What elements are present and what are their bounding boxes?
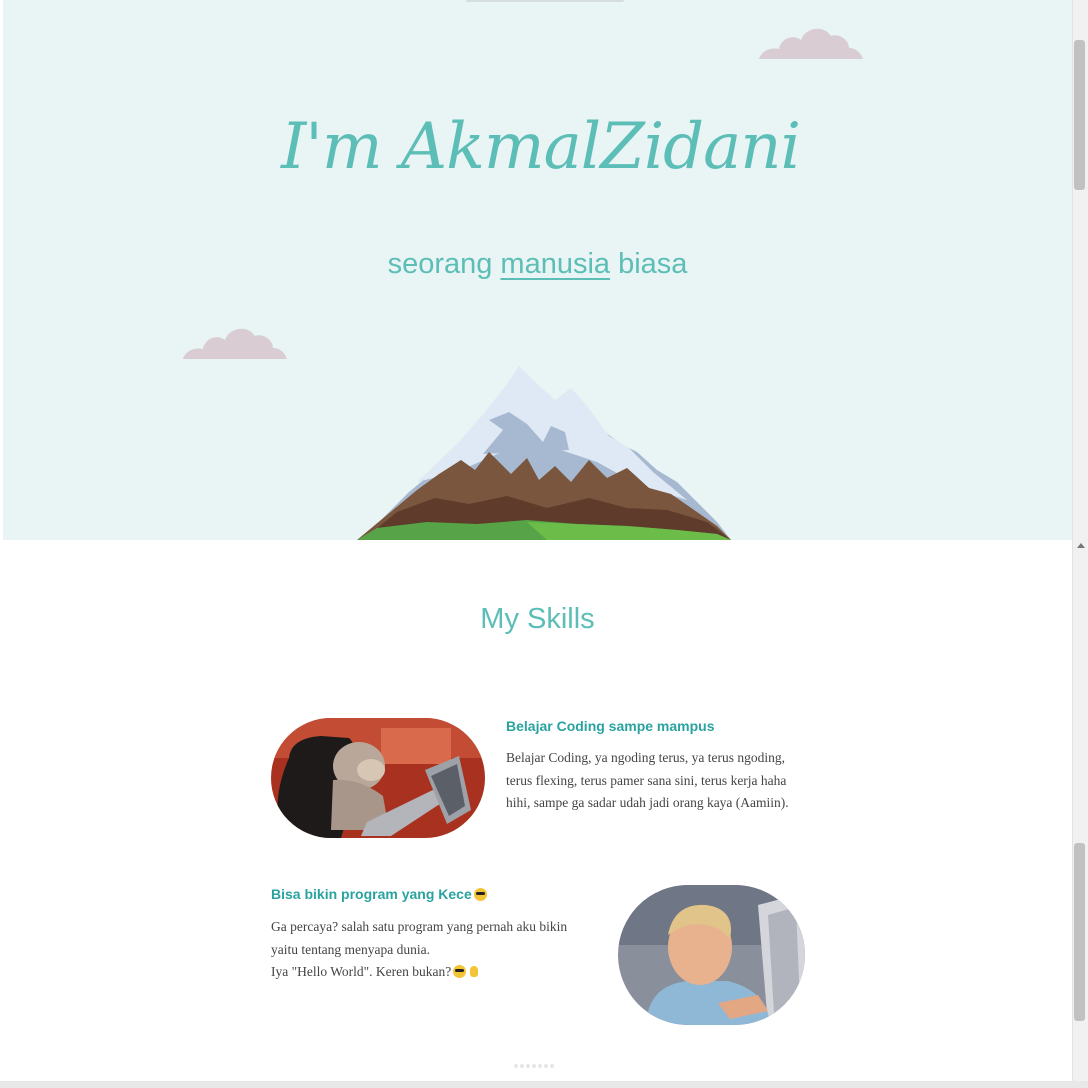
page: I'm AkmalZidani seorang manusia biasa My… [3,0,1072,1081]
carousel-dot[interactable] [544,1064,548,1068]
carousel-dot[interactable] [514,1064,518,1068]
hero-subtitle: seorang manusia biasa [3,248,1072,281]
carousel-dot[interactable] [526,1064,530,1068]
hero-subtitle-text: seorang [387,248,501,280]
skill-description-line: Iya "Hello World". Keren bukan? [271,961,581,984]
skill-heading: Bisa bikin program yang Kece [271,886,487,902]
monkey-laptop-image [271,718,485,838]
skill-heading: Belajar Coding sampe mampus [506,718,715,734]
top-tab [466,0,624,2]
sunglasses-emoji-icon [473,888,487,901]
sunglasses-emoji-icon [453,965,467,978]
boy-computer-image [618,885,805,1025]
cloud-icon [759,28,863,59]
mountain-illustration [357,366,731,540]
scrollbar-thumb[interactable] [1074,40,1085,190]
hero-subtitle-link[interactable]: manusia [500,248,610,280]
cloud-icon [183,328,287,359]
vertical-scrollbar[interactable] [1072,0,1088,1081]
skill-description-line: Ga percaya? salah satu program yang pern… [271,919,568,957]
hero-title: I'm AkmalZidani [281,110,801,184]
scrollbar-thumb[interactable] [1074,843,1085,1021]
skill-description: Belajar Coding, ya ngoding terus, ya ter… [506,750,789,810]
carousel-dot[interactable] [520,1064,524,1068]
skill-description-text: Iya "Hello World". Keren bukan? [271,964,452,979]
carousel-dot[interactable] [538,1064,542,1068]
carousel-dot[interactable] [550,1064,554,1068]
skill-image-monkey [271,718,485,838]
skill-description: Ga percaya? salah satu program yang pern… [271,916,581,984]
ok-hand-emoji-icon [470,966,479,977]
horizontal-scrollbar[interactable] [0,1081,1088,1088]
skills-title: My Skills [480,603,595,635]
hero-section: I'm AkmalZidani seorang manusia biasa [3,0,1072,540]
hero-subtitle-text: biasa [610,248,688,280]
carousel-dot[interactable] [532,1064,536,1068]
skill-heading-text: Bisa bikin program yang Kece [271,886,472,902]
scroll-up-arrow-icon[interactable] [1077,543,1085,548]
carousel-dots [514,1053,556,1072]
skill-image-boy [618,885,805,1025]
